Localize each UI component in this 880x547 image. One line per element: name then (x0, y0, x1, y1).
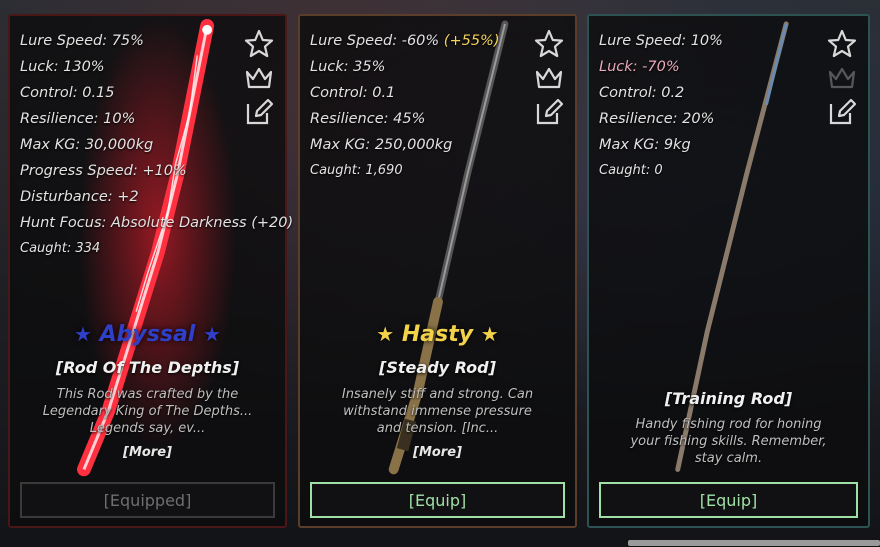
stat-hunt-focus: Hunt Focus: Absolute Darkness (+20) (20, 215, 294, 231)
rod-name: [Rod Of The Depths] (55, 358, 240, 377)
rarity-star-icon: ★ (203, 322, 221, 346)
rod-description: Insanely stiff and strong. Can withstand… (341, 387, 534, 436)
stat-lure-speed: Lure Speed: -60% (+55%) (310, 28, 515, 54)
stat-lure-speed-value: Lure Speed: -60% (310, 33, 444, 49)
card-actions (243, 28, 277, 130)
card-actions (826, 28, 860, 130)
stat-lure-speed: Lure Speed: 10% (599, 33, 723, 49)
edit-icon[interactable] (243, 96, 277, 130)
stat-luck: Luck: 130% (20, 59, 105, 75)
rod-stats: Lure Speed: 10% Luck: -70% Control: 0.2 … (599, 28, 808, 184)
stat-luck: Luck: 35% (310, 59, 386, 75)
rod-name: [Steady Rod] (379, 358, 496, 377)
rarity-name: Hasty (401, 322, 474, 347)
favorite-star-icon[interactable] (533, 28, 567, 62)
stat-disturbance: Disturbance: +2 (20, 189, 139, 205)
rarity-star-icon: ★ (74, 322, 92, 346)
rarity-name: Abyssal (99, 322, 196, 347)
rod-card-steady-rod[interactable]: Lure Speed: -60% (+55%) Luck: 35% Contro… (298, 14, 577, 528)
rarity-label: ★ Abyssal ★ (10, 322, 285, 347)
card-actions (533, 28, 567, 130)
favorite-star-icon[interactable] (243, 28, 277, 62)
stat-control: Control: 0.2 (599, 85, 685, 101)
stat-caught: Caught: 334 (20, 241, 101, 256)
stat-control: Control: 0.15 (20, 85, 115, 101)
rod-description: Handy fishing rod for honing your fishin… (630, 417, 827, 466)
rarity-label: ★ Hasty ★ (300, 322, 575, 347)
rarity-star-icon: ★ (480, 322, 499, 346)
stat-resilience: Resilience: 10% (20, 111, 136, 127)
stat-caught: Caught: 0 (599, 163, 663, 178)
equip-button[interactable]: [Equip] (310, 482, 565, 518)
rarity-star-icon: ★ (376, 322, 395, 346)
more-link[interactable]: [More] (300, 445, 575, 460)
crown-icon[interactable] (243, 62, 277, 96)
stat-max-kg: Max KG: 9kg (599, 137, 691, 153)
edit-icon[interactable] (826, 96, 860, 130)
rod-description: This Rod was crafted by the Legendary Ki… (42, 387, 253, 436)
more-link[interactable]: [More] (10, 445, 285, 460)
stat-progress-speed: Progress Speed: +10% (20, 163, 187, 179)
horizontal-scrollbar[interactable] (628, 540, 880, 546)
stat-caught: Caught: 1,690 (310, 163, 403, 178)
crown-icon (826, 62, 860, 96)
rod-card-training-rod[interactable]: Lure Speed: 10% Luck: -70% Control: 0.2 … (587, 14, 870, 528)
crown-icon[interactable] (533, 62, 567, 96)
stat-max-kg: Max KG: 250,000kg (310, 137, 453, 153)
stat-control: Control: 0.1 (310, 85, 396, 101)
rod-stats: Lure Speed: -60% (+55%) Luck: 35% Contro… (310, 28, 515, 184)
equip-button[interactable]: [Equip] (599, 482, 858, 518)
equipped-button[interactable]: [Equipped] (20, 482, 275, 518)
rod-stats: Lure Speed: 75% Luck: 130% Control: 0.15… (20, 28, 294, 262)
rod-card-rod-of-the-depths[interactable]: Lure Speed: 75% Luck: 130% Control: 0.15… (8, 14, 294, 528)
stat-max-kg: Max KG: 30,000kg (20, 137, 154, 153)
stat-resilience: Resilience: 20% (599, 111, 715, 127)
edit-icon[interactable] (533, 96, 567, 130)
stat-lure-speed-bonus: (+55%) (443, 33, 500, 49)
stat-resilience: Resilience: 45% (310, 111, 426, 127)
stat-lure-speed: Lure Speed: 75% (20, 33, 144, 49)
stat-luck: Luck: -70% (599, 59, 680, 75)
favorite-star-icon[interactable] (826, 28, 860, 62)
rod-name: [Training Rod] (664, 389, 793, 408)
